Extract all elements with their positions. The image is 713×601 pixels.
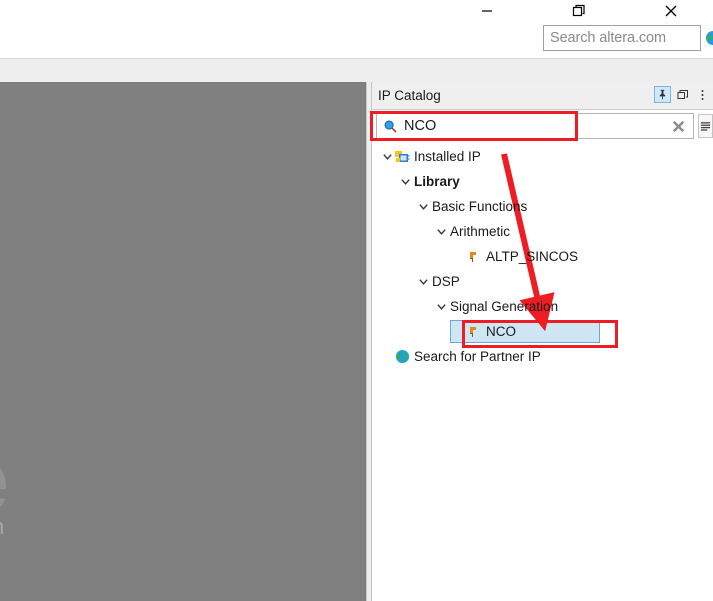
restore-panel-icon[interactable] <box>674 86 691 103</box>
chevron-down-icon[interactable] <box>416 200 430 214</box>
tree-item-library[interactable]: Library <box>372 169 713 194</box>
tree-item-arithmetic[interactable]: Arithmetic <box>372 219 713 244</box>
minimize-icon <box>482 10 492 12</box>
tree-item-label: Arithmetic <box>450 224 511 239</box>
panel-title: IP Catalog <box>378 88 441 103</box>
globe-icon[interactable] <box>705 30 713 46</box>
tree-item-search-for-partner-ip[interactable]: Search for Partner IP <box>372 344 713 369</box>
restore-button[interactable] <box>556 0 602 22</box>
chevron-down-icon[interactable] <box>380 150 394 164</box>
search-input-value: NCO <box>404 118 437 134</box>
close-icon <box>665 5 677 17</box>
close-button[interactable] <box>648 0 694 22</box>
tree-item-installed-ip[interactable]: Installed IP <box>372 144 713 169</box>
ip-core-icon <box>466 324 482 340</box>
tree-item-signal-generation[interactable]: Signal Generation <box>372 294 713 319</box>
installed-ip-icon <box>394 149 410 165</box>
tree-item-basic-functions[interactable]: Basic Functions <box>372 194 713 219</box>
tree-item-label: NCO <box>486 324 516 339</box>
search-icon <box>383 119 398 134</box>
tree-item-label: Basic Functions <box>432 199 528 214</box>
tree-item-nco[interactable]: NCO <box>372 319 713 344</box>
list-menu-icon[interactable] <box>698 114 713 138</box>
minimize-button[interactable] <box>464 0 510 22</box>
tree-item-label: ALTP_SINCOS <box>486 249 579 264</box>
chevron-down-icon[interactable] <box>434 225 448 239</box>
chevron-down-icon[interactable] <box>434 300 448 314</box>
globe-icon <box>394 349 410 365</box>
tree-item-label: Library <box>414 174 460 189</box>
main-canvas: e n View Quartus Prime Information Do <box>0 82 366 601</box>
ip-catalog-panel: IP Catalog NCO Installed IP Library Basi… <box>372 82 713 601</box>
ip-catalog-tree: Installed IP Library Basic Functions Arithm… <box>372 144 713 369</box>
title-bar <box>0 0 713 22</box>
restore-icon <box>572 4 585 17</box>
panel-menu-icon[interactable] <box>694 86 711 103</box>
ip-search-row: NCO <box>372 110 713 142</box>
pin-icon[interactable] <box>654 86 671 103</box>
panel-header-icons <box>654 86 711 103</box>
altera-search-bar: Search altera.com <box>0 22 713 58</box>
panel-header: IP Catalog <box>372 82 713 110</box>
altera-search-placeholder: Search altera.com <box>550 30 666 46</box>
search-input[interactable]: NCO <box>376 113 694 139</box>
canvas-watermark: e <box>0 434 10 526</box>
tree-item-label: Search for Partner IP <box>414 349 541 364</box>
chevron-down-icon[interactable] <box>398 175 412 189</box>
chevron-down-icon[interactable] <box>416 275 430 289</box>
tree-item-altp-sincos[interactable]: ALTP_SINCOS <box>372 244 713 269</box>
clear-icon[interactable] <box>670 118 687 135</box>
altera-search-field[interactable]: Search altera.com <box>543 25 701 51</box>
tree-item-label: Signal Generation <box>450 299 559 314</box>
ip-core-icon <box>466 249 482 265</box>
tree-item-dsp[interactable]: DSP <box>372 269 713 294</box>
toolbar-separator <box>0 58 713 83</box>
tree-item-label: DSP <box>432 274 460 289</box>
canvas-watermark-secondary: n <box>0 514 4 540</box>
tree-item-label: Installed IP <box>414 149 481 164</box>
